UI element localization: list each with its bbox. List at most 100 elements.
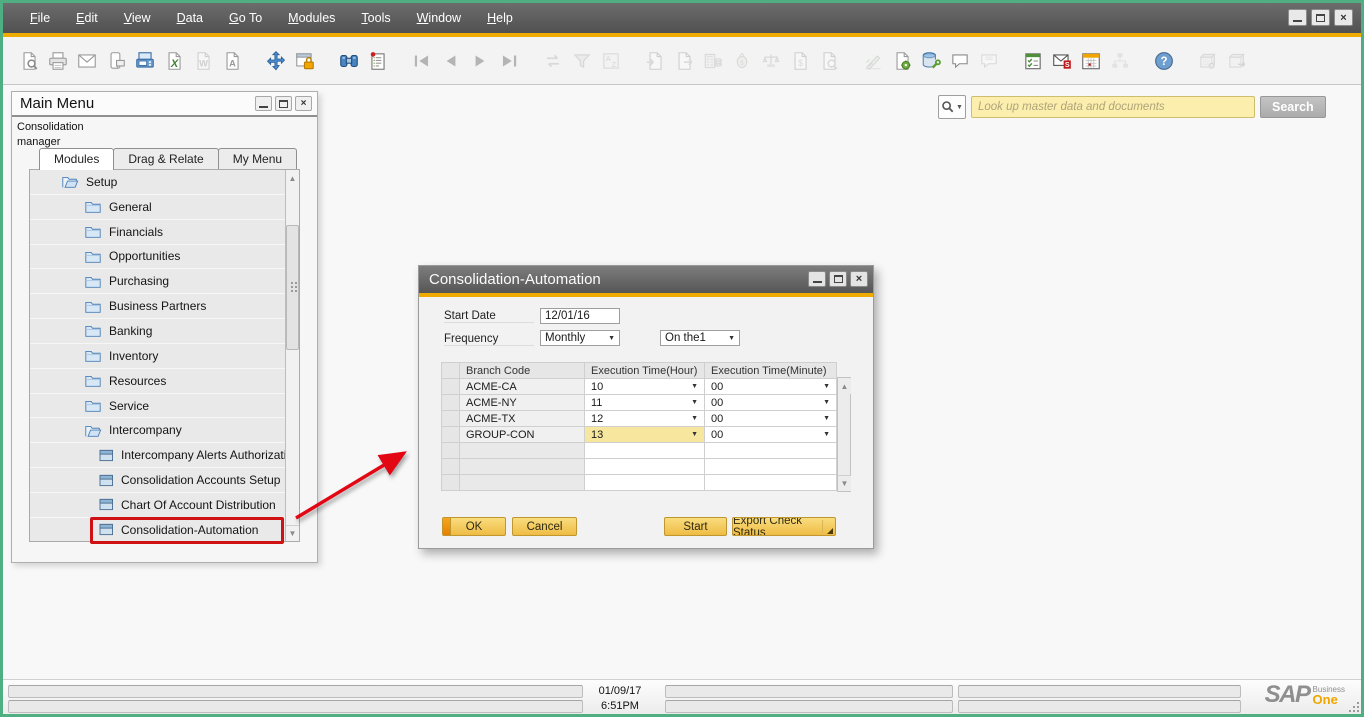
chat-icon[interactable]	[948, 49, 972, 73]
execution-minute-cell[interactable]: 00▼	[705, 395, 837, 411]
menu-tree-item-intercompany-alerts-authorization[interactable]: Intercompany Alerts Authorization	[30, 443, 299, 468]
start-button[interactable]: Start	[664, 517, 727, 536]
execution-minute-cell[interactable]: 00▼	[705, 379, 837, 395]
dialog-titlebar[interactable]: Consolidation-Automation ×	[419, 266, 873, 293]
menu-tree-item-resources[interactable]: Resources	[30, 369, 299, 394]
branch-code-cell[interactable]: ACME-CA	[460, 379, 585, 395]
sms-icon[interactable]	[104, 49, 128, 73]
branch-code-cell[interactable]: GROUP-CON	[460, 427, 585, 443]
close-button[interactable]: ×	[850, 271, 868, 287]
menu-tree-item-general[interactable]: General	[30, 195, 299, 220]
previous-record-icon[interactable]	[439, 49, 463, 73]
row-selector[interactable]	[442, 427, 460, 443]
menu-tree-item-business-partners[interactable]: Business Partners	[30, 294, 299, 319]
menu-tree-item-purchasing[interactable]: Purchasing	[30, 269, 299, 294]
minimize-button[interactable]	[808, 271, 826, 287]
menu-tree-item-service[interactable]: Service	[30, 394, 299, 419]
day-dropdown[interactable]: On the1 ▼	[660, 330, 740, 346]
branch-code-cell[interactable]: ACME-NY	[460, 395, 585, 411]
menu-tree-item-chart-of-account-distribution[interactable]: Chart Of Account Distribution	[30, 493, 299, 518]
menu-tools[interactable]: Tools	[348, 5, 403, 31]
menu-window[interactable]: Window	[404, 5, 474, 31]
message-log-icon[interactable]	[366, 49, 390, 73]
first-record-icon[interactable]	[410, 49, 434, 73]
row-selector[interactable]	[442, 459, 460, 475]
maximize-button[interactable]	[275, 96, 292, 111]
frequency-dropdown[interactable]: Monthly ▼	[540, 330, 620, 346]
email-icon[interactable]	[75, 49, 99, 73]
search-scope-button[interactable]: ▼	[938, 95, 966, 119]
lock-screen-icon[interactable]	[293, 49, 317, 73]
row-selector[interactable]	[442, 379, 460, 395]
export-excel-icon[interactable]: X	[162, 49, 186, 73]
table-scrollbar[interactable]: ▲ ▼	[837, 377, 851, 492]
form-settings-icon[interactable]	[890, 49, 914, 73]
menu-tree-item-intercompany[interactable]: Intercompany	[30, 418, 299, 443]
maximize-button[interactable]	[829, 271, 847, 287]
calendar-icon[interactable]	[1079, 49, 1103, 73]
find-icon[interactable]	[337, 49, 361, 73]
task-list-icon[interactable]	[1021, 49, 1045, 73]
fax-icon[interactable]	[133, 49, 157, 73]
execution-hour-cell[interactable]	[585, 459, 705, 475]
menu-file[interactable]: File	[17, 5, 63, 31]
execution-hour-cell[interactable]	[585, 443, 705, 459]
menu-tree-item-consolidation-accounts-setup[interactable]: Consolidation Accounts Setup	[30, 468, 299, 493]
execution-minute-cell[interactable]	[705, 475, 837, 491]
system-tools-icon[interactable]	[919, 49, 943, 73]
row-selector[interactable]	[442, 475, 460, 491]
menu-tree-item-financials[interactable]: Financials	[30, 220, 299, 245]
main-menu-titlebar[interactable]: Main Menu ×	[12, 92, 317, 117]
menu-tree-item-banking[interactable]: Banking	[30, 319, 299, 344]
execution-hour-cell[interactable]: 10▼	[585, 379, 705, 395]
branch-code-cell[interactable]	[460, 459, 585, 475]
menu-tree-item-setup[interactable]: Setup	[30, 170, 299, 195]
next-record-icon[interactable]	[468, 49, 492, 73]
tab-my-menu[interactable]: My Menu	[218, 148, 297, 169]
move-window-icon[interactable]	[264, 49, 288, 73]
scroll-up-icon[interactable]: ▲	[838, 378, 851, 394]
execution-hour-cell[interactable]	[585, 475, 705, 491]
row-selector[interactable]	[442, 411, 460, 427]
resize-grip[interactable]	[1349, 702, 1359, 712]
last-record-icon[interactable]	[497, 49, 521, 73]
close-button[interactable]: ×	[295, 96, 312, 111]
search-input[interactable]	[971, 96, 1255, 118]
tab-drag-and-relate[interactable]: Drag & Relate	[113, 148, 218, 169]
menu-tree-item-opportunities[interactable]: Opportunities	[30, 245, 299, 270]
menu-data[interactable]: Data	[164, 5, 216, 31]
execution-hour-cell[interactable]: 12▼	[585, 411, 705, 427]
minimize-button[interactable]	[1288, 9, 1307, 26]
menu-edit[interactable]: Edit	[63, 5, 111, 31]
help-icon[interactable]: ?	[1152, 49, 1176, 73]
close-button[interactable]: ×	[1334, 9, 1353, 26]
menu-tree-item-inventory[interactable]: Inventory	[30, 344, 299, 369]
cancel-button[interactable]: Cancel	[512, 517, 577, 536]
branch-code-cell[interactable]	[460, 443, 585, 459]
minimize-button[interactable]	[255, 96, 272, 111]
menu-view[interactable]: View	[111, 5, 164, 31]
start-date-field[interactable]: 12/01/16	[540, 308, 620, 324]
execution-minute-cell[interactable]	[705, 459, 837, 475]
export-check-status-button[interactable]: Export Check Status	[732, 517, 836, 536]
branch-code-cell[interactable]	[460, 475, 585, 491]
print-preview-icon[interactable]	[17, 49, 41, 73]
execution-hour-cell[interactable]: 13▼	[585, 427, 705, 443]
menu-modules[interactable]: Modules	[275, 5, 348, 31]
print-icon[interactable]	[46, 49, 70, 73]
scroll-down-icon[interactable]: ▼	[838, 475, 851, 491]
execution-minute-cell[interactable]: 00▼	[705, 427, 837, 443]
execution-minute-cell[interactable]	[705, 443, 837, 459]
search-button[interactable]: Search	[1260, 96, 1326, 118]
branch-code-cell[interactable]: ACME-TX	[460, 411, 585, 427]
ok-button[interactable]: OK	[442, 517, 506, 536]
execution-minute-cell[interactable]: 00▼	[705, 411, 837, 427]
row-selector[interactable]	[442, 443, 460, 459]
restore-button[interactable]	[1311, 9, 1330, 26]
export-pdf-icon[interactable]: A	[220, 49, 244, 73]
scrollbar-thumb[interactable]	[286, 225, 299, 350]
menu-help[interactable]: Help	[474, 5, 526, 31]
mailbox-icon[interactable]: S	[1050, 49, 1074, 73]
row-selector[interactable]	[442, 395, 460, 411]
menu-go-to[interactable]: Go To	[216, 5, 275, 31]
